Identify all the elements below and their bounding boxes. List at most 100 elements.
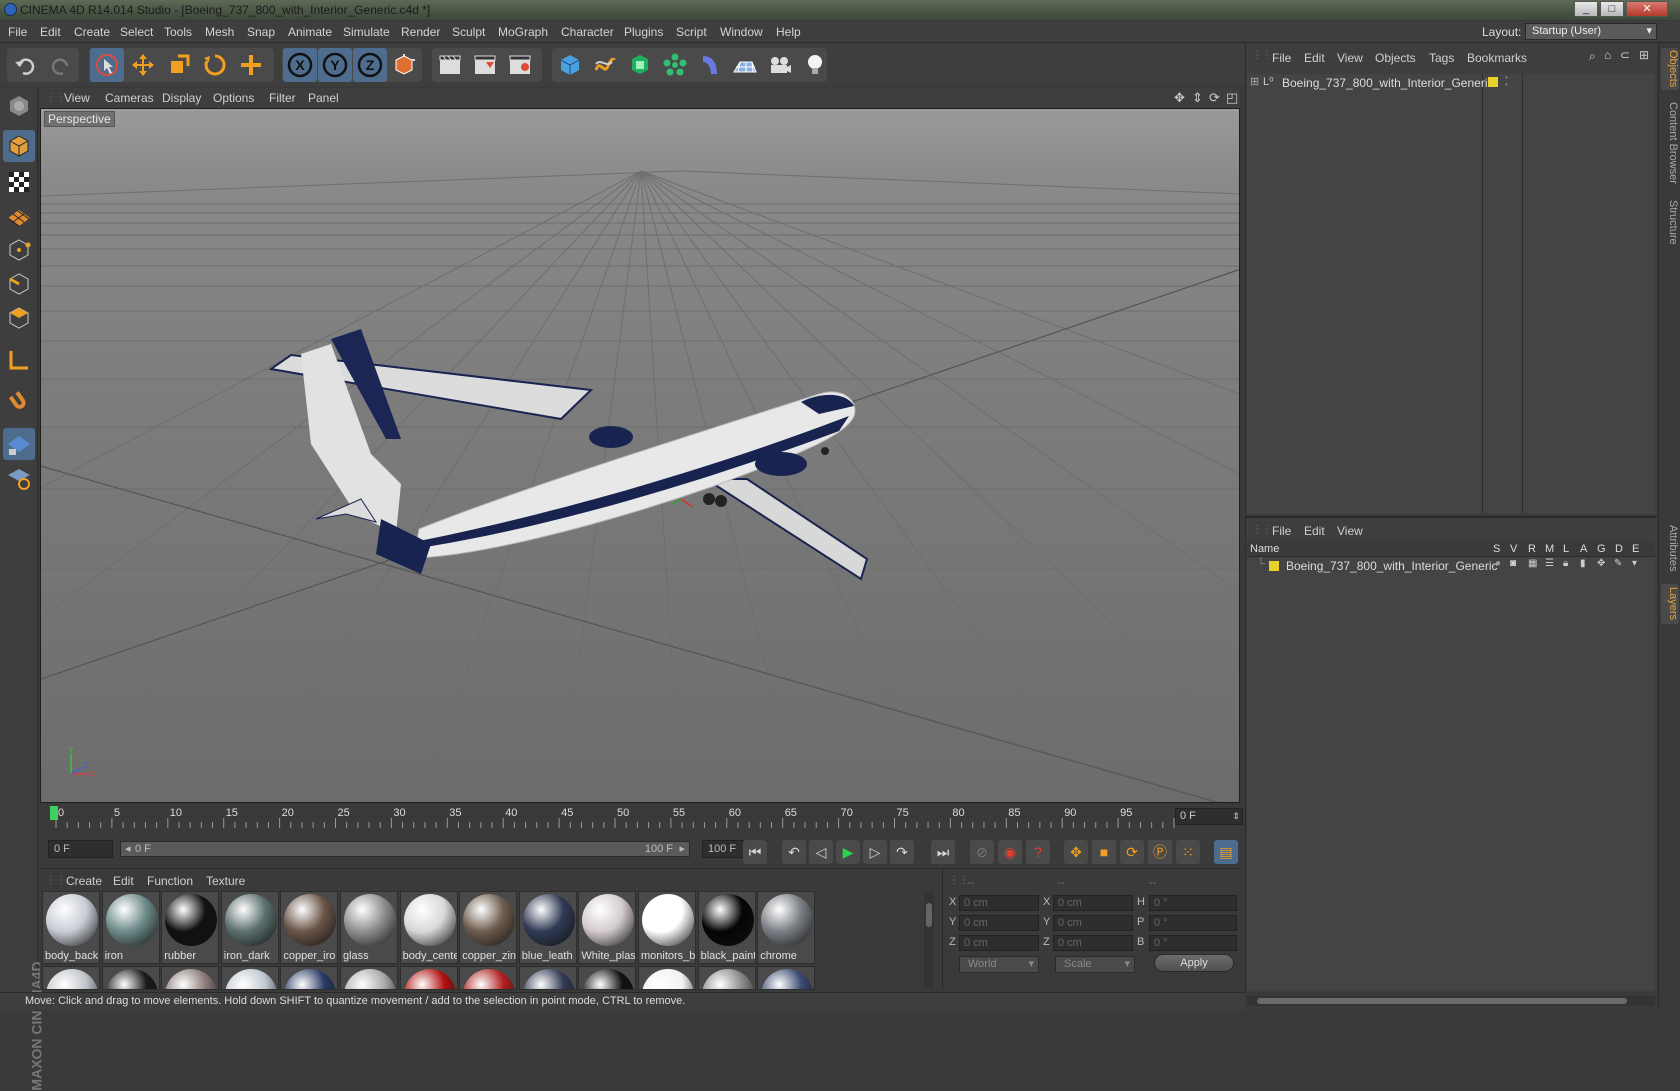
goto-end-icon[interactable]: ⏭ xyxy=(931,840,955,864)
menu-tools[interactable]: Tools xyxy=(164,25,192,39)
scrollbar-thumb[interactable] xyxy=(926,903,932,927)
x-axis-button[interactable]: X xyxy=(283,48,317,82)
make-editable-icon[interactable] xyxy=(3,90,35,122)
viewport-menu-filter[interactable]: Filter xyxy=(269,91,296,105)
menu-mesh[interactable]: Mesh xyxy=(205,25,234,39)
rot-b-field[interactable]: 0 ° xyxy=(1149,935,1237,951)
render-picture-viewer-icon[interactable] xyxy=(468,48,502,82)
light-icon[interactable] xyxy=(798,48,832,82)
add-icon[interactable] xyxy=(234,48,268,82)
material-swatch[interactable] xyxy=(459,966,518,990)
live-selection-icon[interactable] xyxy=(90,48,124,82)
material-swatch[interactable] xyxy=(101,966,160,990)
object-row[interactable]: ⊞ L⁰ Boeing_737_800_with_Interior_Generi… xyxy=(1247,74,1655,92)
material-swatch[interactable]: iron xyxy=(101,891,160,964)
material-menu-edit[interactable]: Edit xyxy=(113,874,134,888)
layers-menu-edit[interactable]: Edit xyxy=(1304,524,1325,538)
perspective-viewport[interactable]: Perspective Y X Z xyxy=(40,108,1240,803)
minimize-button[interactable]: _ xyxy=(1574,1,1598,17)
layer-color-swatch[interactable] xyxy=(1488,77,1498,87)
points-mode-icon[interactable] xyxy=(3,234,35,266)
coordinate-mode-dropdown[interactable]: World ▾ xyxy=(959,956,1039,973)
key-pla-icon[interactable]: ⁙ xyxy=(1176,840,1200,864)
spline-icon[interactable] xyxy=(588,48,622,82)
play-icon[interactable]: ▶ xyxy=(836,840,860,864)
rot-h-field[interactable]: 0 ° xyxy=(1149,895,1237,911)
maximize-view-icon[interactable]: ◰ xyxy=(1226,90,1238,106)
material-swatch[interactable]: blue_leath xyxy=(518,891,577,964)
prev-frame-icon[interactable]: ◁ xyxy=(809,840,833,864)
axis-mode-icon[interactable] xyxy=(3,344,35,376)
rotate-icon[interactable] xyxy=(198,48,232,82)
next-frame-icon[interactable]: ▷ xyxy=(863,840,887,864)
layer-list[interactable] xyxy=(1247,544,1655,990)
material-swatch[interactable] xyxy=(220,966,279,990)
objects-menu-tags[interactable]: Tags xyxy=(1429,51,1454,65)
coordinate-system-icon[interactable] xyxy=(388,48,422,82)
viewport-menu-view[interactable]: View xyxy=(64,91,90,105)
material-swatch[interactable] xyxy=(638,966,696,990)
scale-icon[interactable] xyxy=(162,48,196,82)
column-s[interactable]: S xyxy=(1493,543,1500,555)
close-button[interactable]: ✕ xyxy=(1626,1,1668,17)
edges-mode-icon[interactable] xyxy=(3,268,35,300)
current-frame-marker[interactable] xyxy=(50,806,58,820)
material-menu-create[interactable]: Create xyxy=(66,874,102,888)
material-swatch[interactable]: body_cente xyxy=(399,891,458,964)
apply-button[interactable]: Apply xyxy=(1154,954,1234,972)
objects-menu-view[interactable]: View xyxy=(1337,51,1363,65)
material-swatch[interactable] xyxy=(518,966,577,990)
visible-eye-icon[interactable]: ◙ xyxy=(1510,558,1516,569)
texture-mode-icon[interactable] xyxy=(3,166,35,198)
menu-snap[interactable]: Snap xyxy=(247,25,275,39)
viewport-menu-cameras[interactable]: Cameras xyxy=(105,91,154,105)
expressions-icon[interactable]: ▾ xyxy=(1632,558,1637,569)
material-swatch[interactable]: glass xyxy=(340,891,398,964)
column-e[interactable]: E xyxy=(1632,543,1639,555)
nurbs-icon[interactable] xyxy=(623,48,657,82)
column-l[interactable]: L xyxy=(1563,543,1569,555)
tab-attributes[interactable]: Attributes xyxy=(1661,518,1679,578)
layer-name[interactable]: Boeing_737_800_with_Interior_Generic xyxy=(1286,559,1497,573)
column-a[interactable]: A xyxy=(1580,543,1587,555)
pos-y-field[interactable]: 0 cm xyxy=(959,915,1039,931)
snap-magnet-icon[interactable] xyxy=(3,386,35,418)
material-swatch[interactable]: chrome xyxy=(757,891,816,964)
menu-edit[interactable]: Edit xyxy=(40,25,61,39)
tab-layers[interactable]: Layers xyxy=(1661,584,1679,624)
zoom-view-icon[interactable]: ⇕ xyxy=(1192,90,1203,106)
workplane-icon[interactable] xyxy=(3,200,35,232)
size-z-field[interactable]: 0 cm xyxy=(1053,935,1133,951)
menu-select[interactable]: Select xyxy=(120,25,153,39)
layer-row[interactable]: └ Boeing_737_800_with_Interior_Generic ●… xyxy=(1247,558,1655,574)
menu-window[interactable]: Window xyxy=(720,25,763,39)
key-position-icon[interactable]: ✥ xyxy=(1064,840,1088,864)
render-icon[interactable]: ▦ xyxy=(1528,558,1537,569)
z-axis-button[interactable]: Z xyxy=(353,48,387,82)
move-icon[interactable] xyxy=(126,48,160,82)
current-frame-field[interactable]: 0 F ⇕ xyxy=(1175,808,1243,825)
menu-create[interactable]: Create xyxy=(74,25,110,39)
layout-dropdown[interactable]: Startup (User) ▾ xyxy=(1525,23,1657,40)
visibility-dots-icon[interactable]: • • xyxy=(1505,74,1508,89)
size-x-field[interactable]: 0 cm xyxy=(1053,895,1133,911)
material-scrollbar[interactable] xyxy=(924,891,934,989)
animation-icon[interactable]: ▮ xyxy=(1580,558,1586,569)
y-axis-button[interactable]: Y xyxy=(318,48,352,82)
material-swatch[interactable] xyxy=(42,966,100,990)
viewport-menu-display[interactable]: Display xyxy=(162,91,201,105)
material-swatch[interactable] xyxy=(399,966,458,990)
layers-menu-view[interactable]: View xyxy=(1337,524,1363,538)
hierarchy-icon[interactable]: ⊂ xyxy=(1620,48,1630,62)
menu-plugins[interactable]: Plugins xyxy=(624,25,663,39)
menu-simulate[interactable]: Simulate xyxy=(343,25,390,39)
manager-icon[interactable]: ☰ xyxy=(1545,558,1554,569)
layers-menu-file[interactable]: File xyxy=(1272,524,1291,538)
search-icon[interactable]: ⌕ xyxy=(1589,49,1596,64)
scrollbar-thumb[interactable] xyxy=(1257,998,1627,1004)
column-d[interactable]: D xyxy=(1615,543,1623,555)
generators-icon[interactable]: ✥ xyxy=(1597,558,1605,569)
array-icon[interactable] xyxy=(658,48,692,82)
record-keys-icon[interactable]: ⊘ xyxy=(970,840,994,864)
pos-z-field[interactable]: 0 cm xyxy=(959,935,1039,951)
